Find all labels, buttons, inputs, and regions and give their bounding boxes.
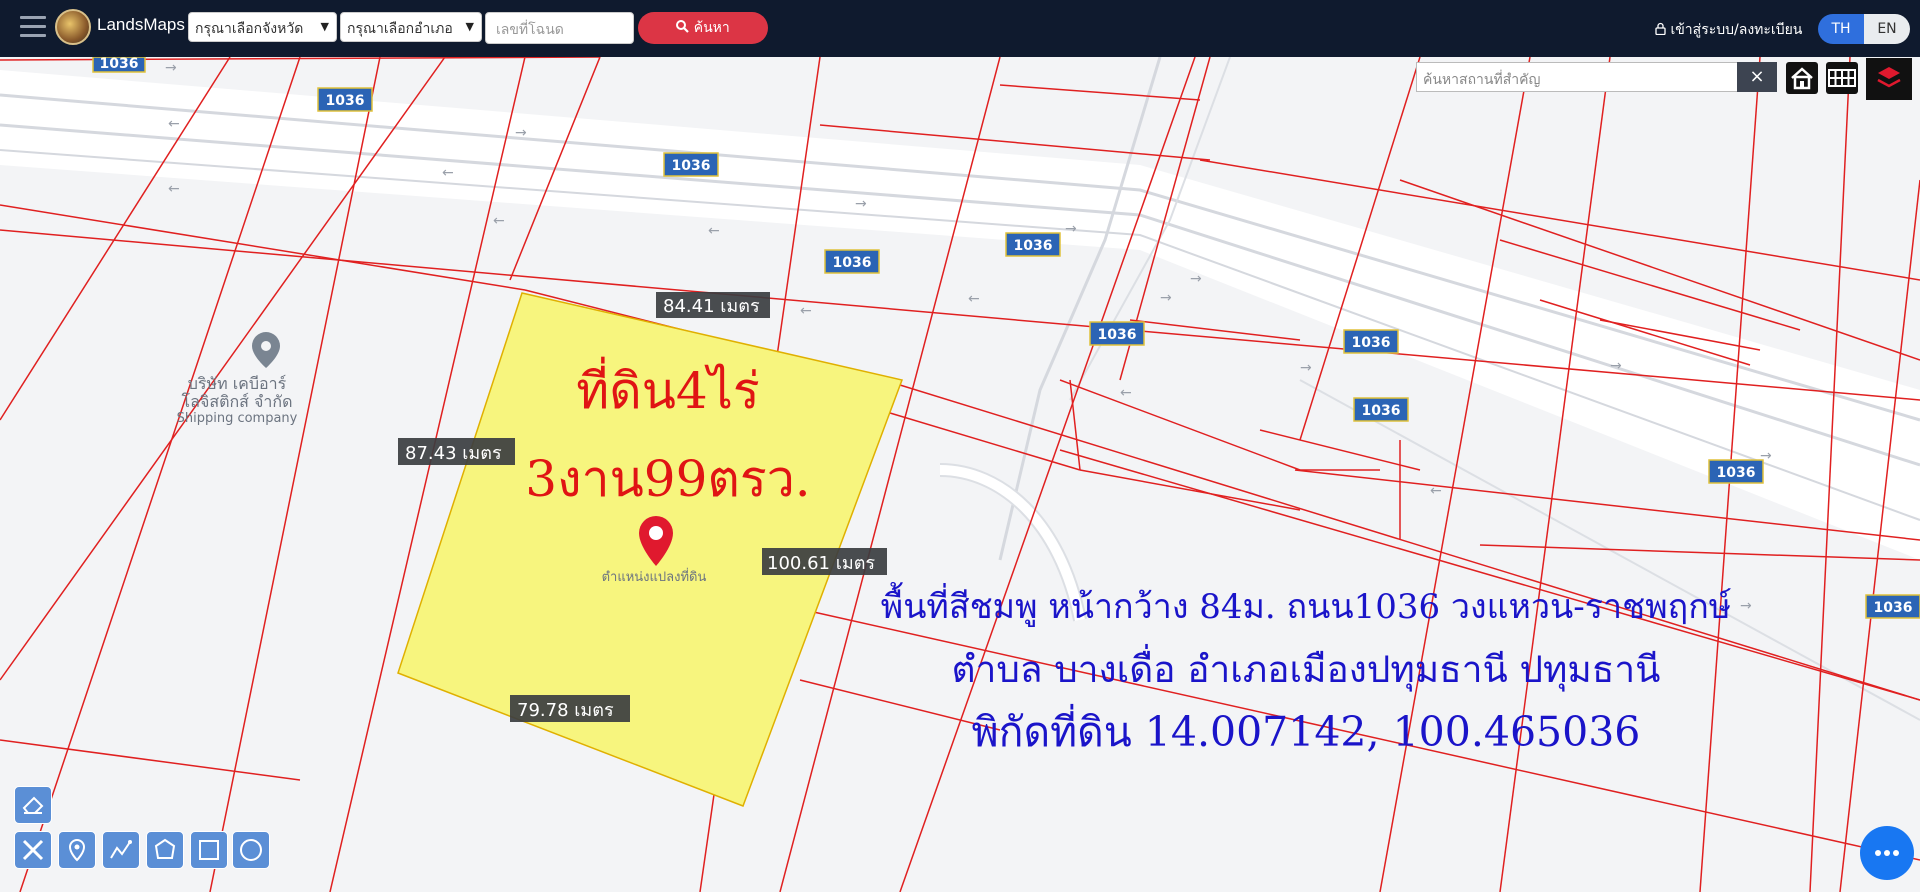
home-icon [1791, 67, 1813, 90]
route-shield-label: 1036 [326, 93, 365, 109]
plot-title-line2: 3งาน99ตรว. [525, 450, 810, 508]
lang-en-button[interactable]: EN [1864, 14, 1910, 44]
annotation-line1: พื้นที่สีชมพู หน้ากว้าง 84ม. ถนน1036 วงแ… [881, 582, 1731, 627]
search-button-label: ค้นหา [693, 20, 730, 36]
svg-text:←: ← [1120, 385, 1132, 401]
svg-text:←: ← [968, 291, 980, 307]
grid-toggle-button[interactable] [1826, 62, 1858, 94]
province-select[interactable]: กรุณาเลือกจังหวัด ▼ [188, 12, 337, 42]
home-button[interactable] [1786, 62, 1818, 94]
more-dots-icon [1875, 850, 1899, 856]
layers-button[interactable] [1866, 58, 1912, 100]
annotation-line3: พิกัดที่ดิน 14.007142, 100.465036 [972, 704, 1641, 756]
svg-text:→: → [1740, 598, 1752, 614]
svg-text:←: ← [168, 116, 180, 132]
svg-text:←: ← [708, 223, 720, 239]
circle-tool-button[interactable] [232, 831, 270, 869]
login-label: เข้าสู่ระบบ/ลงทะเบียน [1670, 22, 1803, 38]
dimension-top: 84.41 เมตร [663, 296, 760, 317]
svg-text:→: → [1300, 360, 1312, 376]
svg-text:→: → [1190, 271, 1202, 287]
poi-name-line2: โลจิสติกส์ จำกัด [182, 392, 293, 411]
poi-category: Shipping company [177, 411, 298, 426]
route-shield-label: 1036 [1362, 403, 1401, 419]
svg-text:→: → [515, 125, 527, 141]
dimension-bottom: 79.78 เมตร [517, 700, 614, 721]
marker-tool-button[interactable] [58, 831, 96, 869]
landsmaps-logo[interactable] [55, 9, 91, 45]
route-shield-label: 1036 [100, 57, 139, 72]
ruler-pencil-icon [22, 839, 44, 861]
svg-text:→: → [1065, 221, 1077, 237]
svg-text:→: → [1610, 358, 1622, 374]
chat-button[interactable] [1860, 826, 1914, 880]
chevron-down-icon: ▼ [465, 20, 474, 33]
brand-name: LandsMaps [97, 15, 185, 34]
measure-tool-button[interactable] [14, 831, 52, 869]
top-navbar: LandsMaps กรุณาเลือกจังหวัด ▼ กรุณาเลือก… [0, 0, 1920, 57]
layers-icon [1877, 67, 1901, 88]
clear-search-button[interactable]: × [1737, 62, 1777, 92]
deed-number-input[interactable]: เลขที่โฉนด [485, 12, 634, 44]
svg-text:←: ← [442, 165, 454, 181]
menu-icon[interactable] [20, 16, 46, 38]
lang-th-button[interactable]: TH [1818, 14, 1864, 44]
place-search-input[interactable]: ค้นหาสถานที่สำคัญ [1416, 62, 1738, 92]
route-shield-label: 1036 [1717, 465, 1756, 481]
land-annotation: พื้นที่สีชมพู หน้ากว้าง 84ม. ถนน1036 วงแ… [881, 582, 1731, 756]
deed-number-placeholder: เลขที่โฉนด [496, 22, 564, 38]
polygon-tool-button[interactable] [146, 831, 184, 869]
dimension-right: 100.61 เมตร [767, 553, 875, 574]
circle-icon [240, 839, 262, 861]
dimension-left: 87.43 เมตร [405, 443, 502, 464]
route-shield-label: 1036 [672, 158, 711, 174]
lock-icon [1655, 22, 1666, 36]
search-icon [676, 20, 690, 33]
route-shield-label: 1036 [1352, 335, 1391, 351]
district-select-value: กรุณาเลือกอำเภอ [347, 21, 453, 37]
svg-text:→: → [855, 196, 867, 212]
rectangle-tool-button[interactable] [190, 831, 228, 869]
svg-text:→: → [1160, 290, 1172, 306]
svg-text:→: → [165, 60, 177, 76]
search-button[interactable]: ค้นหา [638, 12, 768, 44]
chevron-down-icon: ▼ [320, 20, 329, 33]
place-search-placeholder: ค้นหาสถานที่สำคัญ [1423, 72, 1541, 88]
plot-title-line1: ที่ดิน4ไร่ [576, 357, 759, 420]
map-pin-icon [68, 838, 86, 862]
map-canvas[interactable]: →→→ →→ → →→→ →←← ←←← ←←← ← 1036 1036 1036… [0, 57, 1920, 892]
grid-icon [1828, 69, 1856, 87]
annotation-line2: ตำบล บางเดื่อ อำเภอเมืองปทุมธานี ปทุมธาน… [952, 643, 1661, 692]
polyline-tool-button[interactable] [102, 831, 140, 869]
route-shield-label: 1036 [1014, 238, 1053, 254]
polygon-icon [154, 838, 176, 859]
route-shield-label: 1036 [833, 255, 872, 271]
eraser-icon [22, 796, 44, 814]
polyline-icon [110, 840, 132, 859]
eraser-tool-button[interactable] [14, 786, 52, 824]
plot-marker-label: ตำแหน่งแปลงที่ดิน [602, 568, 707, 585]
svg-text:←: ← [168, 181, 180, 197]
svg-text:←: ← [493, 213, 505, 229]
route-shield-label: 1036 [1098, 327, 1137, 343]
rectangle-icon [199, 840, 219, 860]
login-link[interactable]: เข้าสู่ระบบ/ลงทะเบียน [1655, 19, 1802, 41]
province-select-value: กรุณาเลือกจังหวัด [195, 21, 304, 37]
district-select[interactable]: กรุณาเลือกอำเภอ ▼ [340, 12, 482, 42]
route-shield-label: 1036 [1874, 600, 1913, 616]
poi-name-line1: บริษัท เคบีอาร์ [188, 374, 287, 393]
svg-text:←: ← [800, 303, 812, 319]
